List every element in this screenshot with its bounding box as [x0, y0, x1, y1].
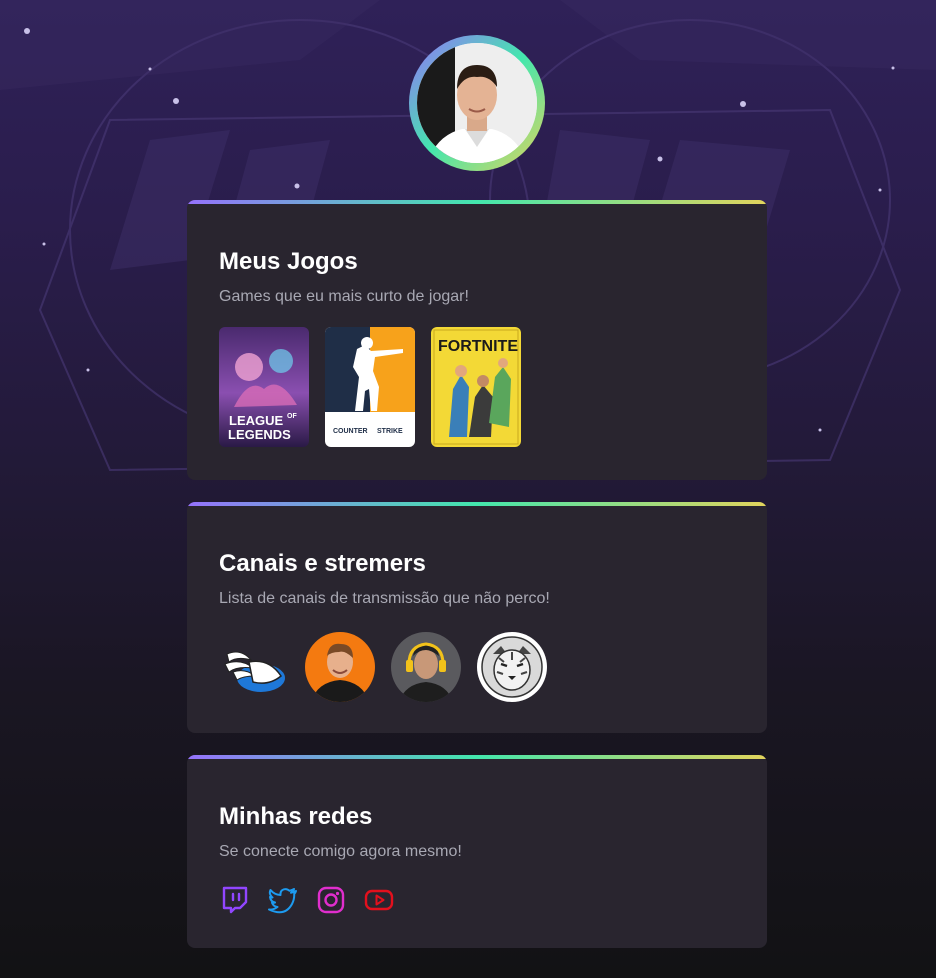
lol-line1: LEAGUE: [229, 413, 284, 428]
instagram-link[interactable]: [315, 884, 347, 916]
channel-streamer-headset[interactable]: [391, 632, 461, 702]
lol-line2: LEGENDS: [228, 427, 291, 442]
twitch-link[interactable]: [219, 884, 251, 916]
games-list: LEAGUE OF LEGENDS COUNTER STRIKE FORTNIT…: [219, 327, 521, 447]
twitter-icon: [268, 888, 297, 914]
lol-of: OF: [287, 413, 297, 420]
fortnite-title: FORTNITE: [438, 338, 518, 355]
channels-card-title: Canais e stremers: [219, 550, 426, 577]
youtube-icon: [364, 889, 394, 911]
twitch-icon: [222, 886, 248, 914]
profile-avatar: [409, 35, 545, 171]
channel-winged-shoe[interactable]: [219, 632, 289, 702]
cs-line2: STRIKE: [377, 428, 403, 435]
socials-list: [219, 884, 395, 916]
channel-streamer-orange[interactable]: [305, 632, 375, 702]
socials-card-title: Minhas redes: [219, 803, 373, 830]
socials-card: Minhas redes Se conecte comigo agora mes…: [187, 755, 767, 948]
channels-card-subtitle: Lista de canais de transmissão que não p…: [219, 590, 550, 607]
channel-tiger[interactable]: [477, 632, 547, 702]
game-fortnite[interactable]: FORTNITE: [431, 327, 521, 447]
channels-card: Canais e stremers Lista de canais de tra…: [187, 502, 767, 733]
socials-card-subtitle: Se conecte comigo agora mesmo!: [219, 843, 462, 860]
game-counter-strike[interactable]: COUNTER STRIKE: [325, 327, 415, 447]
games-card-subtitle: Games que eu mais curto de jogar!: [219, 288, 469, 305]
youtube-link[interactable]: [363, 884, 395, 916]
instagram-icon: [317, 886, 345, 914]
channels-list: [219, 632, 547, 702]
twitter-link[interactable]: [267, 884, 299, 916]
cs-line1: COUNTER: [333, 428, 368, 435]
games-card: Meus Jogos Games que eu mais curto de jo…: [187, 200, 767, 480]
games-card-title: Meus Jogos: [219, 248, 358, 275]
game-league-of-legends[interactable]: LEAGUE OF LEGENDS: [219, 327, 309, 447]
profile-photo: [417, 43, 537, 163]
